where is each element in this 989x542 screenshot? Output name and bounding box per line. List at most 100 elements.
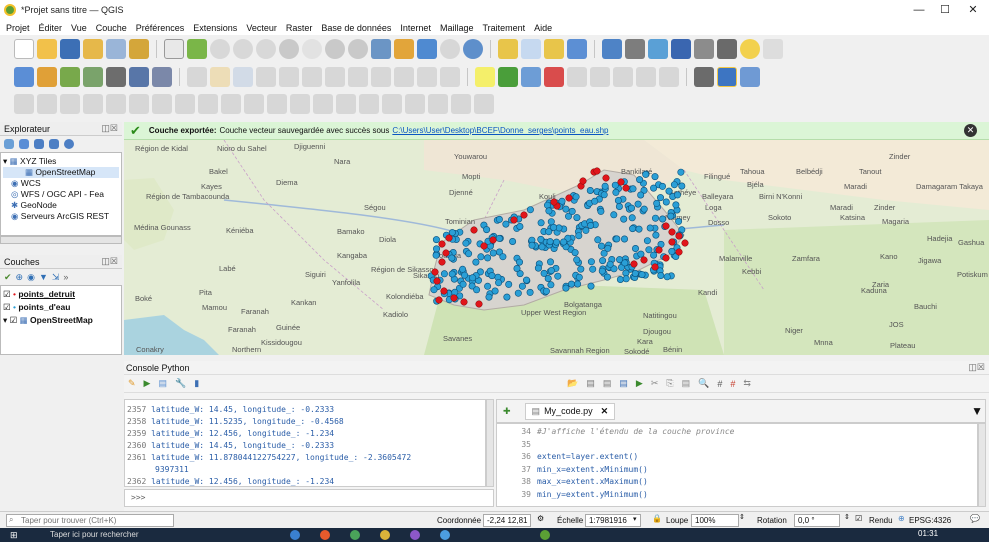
menu-preferences[interactable]: Préférences — [136, 23, 185, 33]
save-as-icon[interactable]: ▤ — [619, 378, 628, 389]
tab-list-dropdown-icon[interactable]: ▼ — [971, 404, 983, 418]
python-console-icon[interactable] — [717, 67, 737, 87]
virtual-layer-icon[interactable] — [152, 67, 172, 87]
digitize-with-segment-icon[interactable] — [14, 94, 34, 114]
panel-float-close-icon[interactable]: ◫☒ — [968, 362, 985, 373]
add-ring-icon[interactable] — [152, 94, 172, 114]
save-edits-icon[interactable] — [233, 67, 253, 87]
taskbar-app-icon[interactable] — [290, 530, 300, 540]
checkbox-checked-icon[interactable]: ☑ — [3, 302, 11, 312]
zoom-layer-icon[interactable] — [348, 39, 368, 59]
properties-info-icon[interactable] — [64, 139, 74, 149]
open-in-external-icon[interactable]: ▤ — [586, 378, 595, 389]
editor-vertical-scrollbar[interactable] — [978, 423, 986, 507]
copy-icon[interactable]: ⎘ — [666, 378, 673, 389]
simplify-feature-icon[interactable] — [129, 94, 149, 114]
taskbar-app-icon[interactable] — [380, 530, 390, 540]
explorer-item-xyz-tiles[interactable]: ▾ ▦ XYZ Tiles — [3, 156, 119, 167]
coordinate-field[interactable]: -2,24 12,81 — [483, 514, 531, 527]
decorations-icon[interactable] — [763, 39, 783, 59]
new-print-layout-icon[interactable] — [83, 39, 103, 59]
rotate-point-symbols-icon[interactable] — [451, 94, 471, 114]
zoom-in-icon[interactable] — [210, 39, 230, 59]
message-file-link[interactable]: C:\Users\User\Desktop\BCEF\Donne_serges\… — [392, 126, 608, 135]
copy-features-icon[interactable] — [371, 67, 391, 87]
reshape-features-icon[interactable] — [267, 94, 287, 114]
deselect-icon[interactable] — [544, 39, 564, 59]
reverse-line-icon[interactable] — [313, 94, 333, 114]
menu-internet[interactable]: Internet — [400, 23, 431, 33]
filter-legend-icon[interactable]: ▼ — [39, 272, 48, 282]
explorer-item-openstreetmap[interactable]: ▦ OpenStreetMap — [3, 167, 119, 178]
undo-icon[interactable] — [417, 67, 437, 87]
chevron-down-icon[interactable]: ▾ — [633, 515, 637, 523]
map-canvas[interactable]: Région de Kidal Nioro du Sahel Djiguenni Na… — [124, 140, 989, 355]
map-tips-icon[interactable] — [717, 39, 737, 59]
label-change-icon[interactable] — [613, 67, 633, 87]
explorer-item-geonode[interactable]: ✱ GeoNode — [3, 200, 119, 211]
layer-labeling-icon[interactable] — [498, 67, 518, 87]
close-tab-icon[interactable]: ✕ — [601, 406, 609, 417]
merge-attributes-icon[interactable] — [428, 94, 448, 114]
delete-selected-icon[interactable] — [325, 67, 345, 87]
redo-icon[interactable] — [440, 67, 460, 87]
console-input[interactable]: >>> — [124, 489, 494, 507]
run-command-icon[interactable]: ▶ — [144, 378, 151, 389]
zoom-rubberband-icon[interactable] — [256, 39, 276, 59]
menu-vue[interactable]: Vue — [71, 23, 87, 33]
checkbox-checked-icon[interactable]: ☑ — [10, 315, 18, 325]
select-features-icon[interactable] — [498, 39, 518, 59]
taskbar-app-icon[interactable] — [350, 530, 360, 540]
modify-attributes-icon[interactable] — [302, 67, 322, 87]
help-icon[interactable] — [740, 67, 760, 87]
zoom-out-icon[interactable] — [233, 39, 253, 59]
visibility-icon[interactable]: ◉ — [27, 272, 35, 283]
field-calculator-icon[interactable] — [648, 39, 668, 59]
spinbox-arrows-icon[interactable]: ⇕ — [739, 513, 745, 521]
paste-features-icon[interactable] — [394, 67, 414, 87]
taskbar-app-icon[interactable] — [440, 530, 450, 540]
options-icon[interactable]: 🔧 — [175, 378, 186, 389]
save-icon[interactable]: ▤ — [603, 378, 612, 389]
add-raster-layer-icon[interactable] — [83, 67, 103, 87]
rotate-feature-icon[interactable] — [106, 94, 126, 114]
toggle-editing-icon[interactable] — [210, 67, 230, 87]
menu-projet[interactable]: Projet — [6, 23, 30, 33]
style-manager-icon[interactable] — [129, 39, 149, 59]
menu-maillage[interactable]: Maillage — [440, 23, 474, 33]
layer-item-openstreetmap[interactable]: ▾ ☑ ▦ OpenStreetMap — [3, 315, 119, 328]
trim-extend-icon[interactable] — [336, 94, 356, 114]
expand-all-icon[interactable]: ⇲ — [52, 272, 60, 283]
split-features-icon[interactable] — [359, 94, 379, 114]
taskbar-app-icon[interactable] — [320, 530, 330, 540]
statistics-sigma-icon[interactable] — [671, 39, 691, 59]
object-inspector-icon[interactable]: ⇆ — [743, 378, 751, 389]
refresh-icon[interactable] — [463, 39, 483, 59]
pan-to-selection-icon[interactable] — [187, 39, 207, 59]
new-geopackage-layer-icon[interactable] — [37, 67, 57, 87]
comment-icon[interactable]: # — [717, 379, 722, 389]
editor-tab-my-code[interactable]: ▤ My_code.py ✕ — [524, 402, 616, 420]
lock-scale-icon[interactable]: 🔒 — [652, 514, 662, 523]
menu-couche[interactable]: Couche — [96, 23, 127, 33]
menu-raster[interactable]: Raster — [286, 23, 313, 33]
move-feature-icon[interactable] — [83, 94, 103, 114]
label-pin-icon[interactable] — [521, 67, 541, 87]
data-source-manager-icon[interactable] — [14, 67, 34, 87]
measure-icon[interactable] — [694, 39, 714, 59]
toggle-extents-icon[interactable]: ⚙ — [537, 514, 544, 523]
label-abc-icon[interactable] — [475, 67, 495, 87]
show-editor-icon[interactable]: ▤ — [158, 378, 167, 389]
zoom-full-icon[interactable] — [279, 39, 299, 59]
temporal-controller-icon[interactable] — [440, 39, 460, 59]
magnifier-spinbox[interactable]: 100% — [691, 514, 739, 527]
crs-globe-icon[interactable]: ⊕ — [898, 514, 905, 523]
windows-start-icon[interactable]: ⊞ — [10, 530, 18, 541]
rotation-spinbox[interactable]: 0,0 ° — [794, 514, 840, 527]
add-vector-layer-icon[interactable] — [60, 67, 80, 87]
menu-extensions[interactable]: Extensions — [193, 23, 237, 33]
menu-editer[interactable]: Éditer — [39, 23, 63, 33]
split-parts-icon[interactable] — [382, 94, 402, 114]
zoom-next-icon[interactable] — [394, 39, 414, 59]
style-panel-icon[interactable]: ✔ — [4, 272, 12, 283]
